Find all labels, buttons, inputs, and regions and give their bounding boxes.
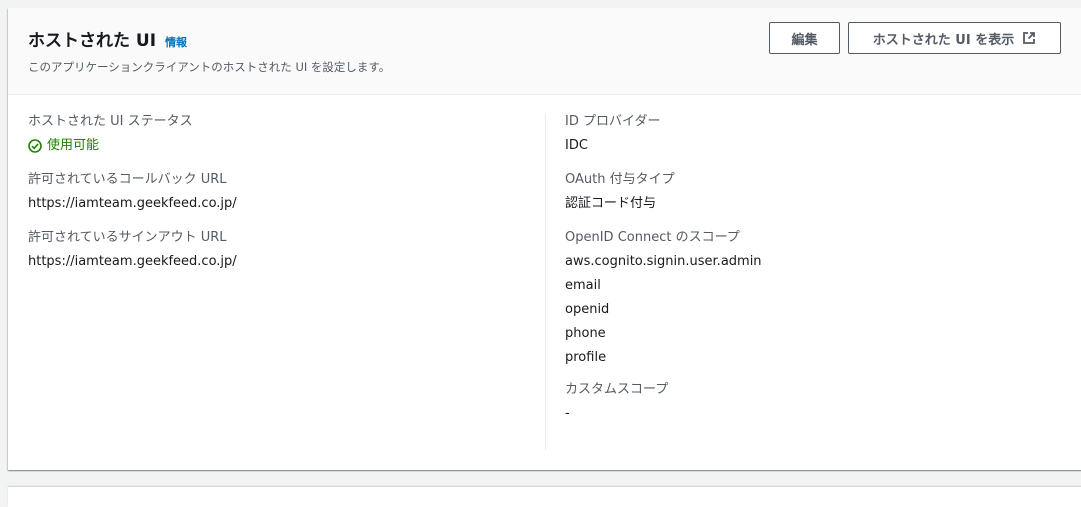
edit-button-label: 編集 [791,32,818,48]
scopes-label: OpenID Connect のスコープ [565,230,740,245]
signout-url-value: https://iamteam.geekfeed.co.jp/ [28,254,237,269]
scope-item: phone [565,326,606,341]
right-column: ID プロバイダー IDC OAuth 付与タイプ 認証コード付与 OpenID… [565,113,1065,439]
header-actions: 編集 ホストされた UI を表示 [769,22,1061,54]
idp-field: ID プロバイダー IDC [565,113,1065,155]
column-divider [545,113,546,450]
scope-item: email [565,278,601,293]
callback-url-field: 許可されているコールバック URL https://iamteam.geekfe… [28,171,528,213]
signout-url-label: 許可されているサインアウト URL [28,230,227,245]
scopes-field: OpenID Connect のスコープ aws.cognito.signin.… [565,229,1065,370]
edit-button[interactable]: 編集 [769,22,840,54]
signout-url-field: 許可されているサインアウト URL https://iamteam.geekfe… [28,229,528,271]
scope-item: profile [565,350,607,365]
idp-value: IDC [565,138,588,153]
check-circle-icon [28,139,42,153]
custom-scope-label: カスタムスコープ [565,382,669,397]
callback-url-value: https://iamteam.geekfeed.co.jp/ [28,196,237,211]
panel-description: このアプリケーションクライアントのホストされた UI を設定します。 [28,60,391,74]
view-hosted-ui-button[interactable]: ホストされた UI を表示 [848,22,1061,54]
oauth-field: OAuth 付与タイプ 認証コード付与 [565,171,1065,213]
panel-title: ホストされた UI [28,31,157,51]
status-field: ホストされた UI ステータス 使用可能 [28,113,528,155]
scope-item: aws.cognito.signin.user.admin [565,254,762,269]
info-link[interactable]: 情報 [165,34,187,50]
status-value: 使用可能 [47,138,100,153]
custom-scope-value: - [565,406,570,421]
panel-header: ホストされた UI 情報 このアプリケーションクライアントのホストされた UI … [8,8,1081,95]
next-panel-edge [8,487,1081,507]
view-hosted-ui-button-label: ホストされた UI を表示 [872,32,1015,48]
hosted-ui-panel: ホストされた UI 情報 このアプリケーションクライアントのホストされた UI … [8,8,1081,470]
oauth-value: 認証コード付与 [565,196,657,211]
idp-label: ID プロバイダー [565,114,661,129]
custom-scope-field: カスタムスコープ - [565,381,1065,423]
left-column: ホストされた UI ステータス 使用可能 許可されているコールバック URL h… [28,113,528,287]
external-link-icon [1023,32,1036,44]
title-row: ホストされた UI 情報 [28,26,187,51]
panel-body: ホストされた UI ステータス 使用可能 許可されているコールバック URL h… [8,95,1081,469]
callback-url-label: 許可されているコールバック URL [28,172,227,187]
status-badge: 使用可能 [28,137,528,155]
status-label: ホストされた UI ステータス [28,114,193,129]
oauth-label: OAuth 付与タイプ [565,172,675,187]
scope-item: openid [565,302,610,317]
